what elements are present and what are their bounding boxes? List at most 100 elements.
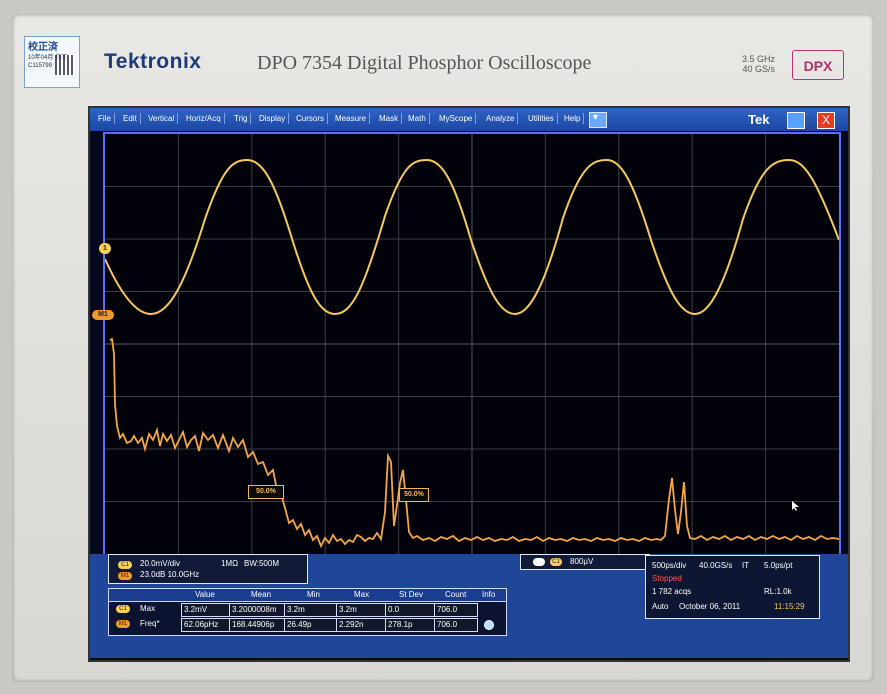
measurement-row-1-value-cell: 3.2mV (181, 603, 231, 617)
menu-horiz-acq[interactable]: Horiz/Acq (186, 113, 225, 124)
measurement-row-max[interactable]: C1 Max 3.2mV 3.2000008m 3.2m 3.2m 0.0 70… (109, 603, 506, 617)
header-mean: Mean (251, 590, 272, 599)
menu-utilities[interactable]: Utilities (528, 113, 558, 124)
measurements-header: Value Mean Min Max St Dev Count Info (109, 589, 506, 602)
sample-rate: 40.0GS/s (699, 561, 733, 570)
brand-logo: Tektronix (104, 50, 202, 73)
m1-chip: M1 (118, 572, 132, 580)
dpx-badge: DPX (792, 50, 844, 80)
measurement-row-1-mean: 3.2000008m (232, 605, 277, 614)
record-length: RL:1.0k (764, 587, 792, 596)
menu-bar: File Edit Vertical Horiz/Acq Trig Displa… (90, 108, 848, 131)
measurement-row-2-count-cell: 706.0 (434, 618, 478, 632)
measurement-row-1-stdev: 0.0 (388, 605, 400, 614)
measurement-row-1-max-cell: 3.2m (336, 603, 387, 617)
measurement-row-2-mean-cell: 168.44906p (229, 618, 286, 632)
acq-mode: IT (742, 561, 750, 570)
spec-sample-rate: 40 GS/s (742, 64, 776, 74)
menu-myscope[interactable]: MyScope (439, 113, 477, 124)
measurement-row-1-count-cell: 706.0 (434, 603, 478, 617)
menu-help[interactable]: Help (564, 113, 586, 124)
close-button[interactable]: X (817, 112, 835, 129)
menu-cursors[interactable]: Cursors (296, 113, 329, 124)
trigger-chip: C1 (550, 558, 562, 566)
date: October 06, 2011 (679, 602, 741, 611)
channel-1-scale: 20.0mV/div (140, 559, 181, 568)
calibration-title: 校正済 (28, 42, 58, 53)
measurement-row-2-max-cell: 2.292n (336, 618, 387, 632)
status-panel: C1 20.0mV/div 1MΩ BW:500M M1 23.0dB 10.0… (90, 554, 848, 658)
model-name: DPO 7354 Digital Phosphor Oscilloscope (257, 52, 592, 74)
menu-trig[interactable]: Trig (234, 113, 253, 124)
menu-edit[interactable]: Edit (123, 113, 141, 124)
trigger-box[interactable]: C1 800µV (520, 554, 650, 570)
waveform-plot[interactable]: 1 M1 50.0% 50.0% (92, 132, 841, 556)
measurement-row-2-mean: 168.44906p (232, 620, 275, 629)
channel-1-marker: 1 (99, 243, 111, 254)
measurement-row-2-value-cell: 62.06pHz (181, 618, 231, 632)
measurement-row-1-stdev-cell: 0.0 (385, 603, 436, 617)
m1-marker: M1 (92, 310, 114, 320)
reference-label-right: 50.0% (399, 488, 429, 502)
header-count: Count (445, 590, 467, 599)
measurements-table[interactable]: Value Mean Min Max St Dev Count Info C1 … (108, 588, 507, 636)
waveform-svg (105, 134, 839, 554)
menu-display[interactable]: Display (259, 113, 290, 124)
minimize-button[interactable] (787, 112, 805, 129)
menu-file[interactable]: File (98, 113, 115, 124)
measurement-row-2-stdev-cell: 278.1p (385, 618, 436, 632)
measurement-row-1-mean-cell: 3.2000008m (229, 603, 286, 617)
header-max: Max (354, 590, 370, 599)
measurement-row-2-chip: M1 (116, 620, 130, 628)
measurement-row-2-name: Freq* (140, 619, 160, 628)
menu-mask[interactable]: Mask (379, 113, 403, 124)
acquisition-state: Stopped (652, 574, 682, 583)
chevron-down-icon: ▾ (593, 112, 599, 123)
measurement-row-2-value: 62.06pHz (184, 620, 219, 629)
header-stdev: St Dev (399, 590, 424, 599)
trigger-mode: Auto (652, 602, 669, 611)
info-icon[interactable] (484, 620, 494, 630)
channel-1-bandwidth: BW:500M (244, 559, 279, 568)
oscilloscope-bezel: 校正済 10年04月 校正 C115799 Tektronix DPO 7354… (12, 14, 874, 682)
mouse-pointer-icon (792, 501, 799, 511)
reference-label-left: 50.0% (248, 485, 284, 499)
measurement-row-1-min-cell: 3.2m (284, 603, 338, 617)
channel-1-chip: C1 (118, 561, 132, 569)
acquisition-count: 1 782 acqs (652, 587, 692, 596)
trigger-indicator-icon (533, 558, 545, 566)
tek-label: Tek (748, 112, 770, 127)
menu-math[interactable]: Math (408, 113, 430, 124)
measurement-row-2-min: 26.49p (287, 620, 312, 629)
calibration-sticker: 校正済 10年04月 校正 C115799 (24, 36, 80, 88)
measurement-row-freq[interactable]: M1 Freq* 62.06pHz 168.44906p 26.49p 2.29… (109, 618, 506, 632)
header-value: Value (195, 590, 215, 599)
time-per-point: 5.0ps/pt (764, 561, 793, 570)
menu-vertical[interactable]: Vertical (148, 113, 179, 124)
close-icon: X (821, 113, 830, 127)
measurement-row-2-count: 706.0 (437, 620, 458, 629)
channel-1-impedance: 1MΩ (221, 559, 239, 568)
header-info: Info (482, 590, 496, 599)
brand-header: Tektronix DPO 7354 Digital Phosphor Osci… (82, 42, 858, 86)
m1-settings: 23.0dB 10.0GHz (140, 570, 200, 579)
dropdown-button[interactable]: ▾ (589, 112, 607, 128)
measurement-row-1-name: Max (140, 604, 156, 613)
scope-screen: File Edit Vertical Horiz/Acq Trig Displa… (88, 106, 850, 662)
spec-bandwidth: 3.5 GHz (742, 54, 776, 64)
trigger-level: 800µV (570, 557, 594, 566)
channel-setup-box[interactable]: C1 20.0mV/div 1MΩ BW:500M M1 23.0dB 10.0… (108, 554, 308, 584)
spec-block: 3.5 GHz 40 GS/s (742, 54, 775, 74)
measurement-row-2-min-cell: 26.49p (284, 618, 338, 632)
measurement-row-1-max: 3.2m (339, 605, 357, 614)
measurement-row-1-min: 3.2m (287, 605, 305, 614)
acquisition-status-box[interactable]: 500ps/div 40.0GS/s IT 5.0ps/pt Stopped 1… (645, 555, 820, 619)
measurement-row-2-max: 2.292n (339, 620, 364, 629)
qr-code-icon (55, 55, 75, 75)
time: 11:15:29 (774, 602, 805, 611)
measurement-row-1-chip: C1 (116, 605, 130, 613)
menu-analyze[interactable]: Analyze (486, 113, 520, 124)
measurement-row-2-stdev: 278.1p (388, 620, 413, 629)
menu-measure[interactable]: Measure (335, 113, 371, 124)
measurement-row-1-value: 3.2mV (184, 605, 208, 614)
